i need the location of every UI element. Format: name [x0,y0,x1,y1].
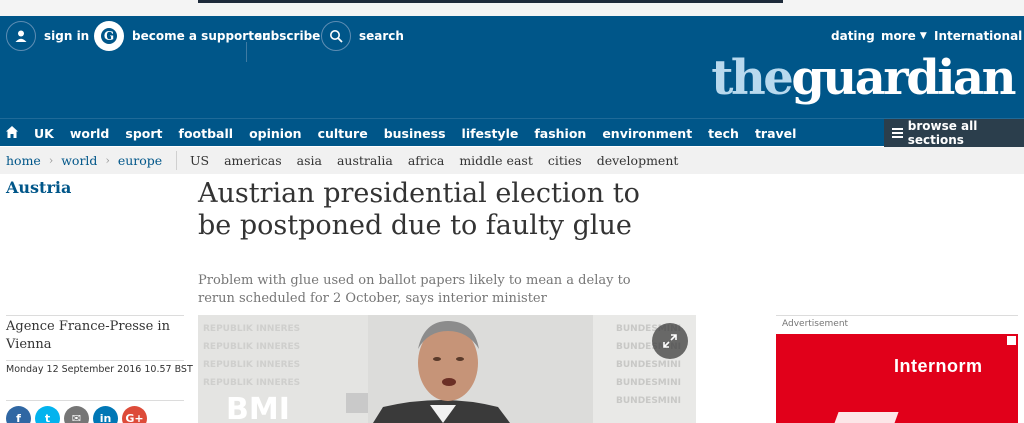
subnav-development[interactable]: development [597,153,679,168]
nav-item-world[interactable]: world [70,126,110,141]
breadcrumb-europe[interactable]: europe [118,153,162,168]
divider [6,360,184,361]
nav-item-opinion[interactable]: opinion [249,126,302,141]
subnav-australia[interactable]: australia [337,153,393,168]
chevron-down-icon: ▼ [919,31,927,41]
browse-all-sections-button[interactable]: browse all sections [884,119,1024,147]
top-ad-strip [0,0,1024,16]
become-supporter-label: become a supporter [132,29,269,43]
subscribe-label: subscribe [255,29,321,43]
nav-item-travel[interactable]: travel [755,126,797,141]
ad-choices-icon[interactable] [1007,336,1016,345]
expand-image-button[interactable] [652,323,688,359]
top-ad-banner[interactable] [198,0,783,3]
section-label[interactable]: Austria [6,178,71,197]
dating-label: dating [831,29,875,43]
home-icon[interactable] [5,125,19,139]
svg-text:BUNDESMINI: BUNDESMINI [616,378,681,388]
twitter-icon[interactable]: t [35,406,60,423]
subscribe-link[interactable]: subscribe [255,21,320,51]
sign-in-link[interactable]: sign in [6,21,89,51]
svg-text:BUNDESMINI: BUNDESMINI [616,360,681,370]
publish-date: Monday 12 September 2016 10.57 BST [6,364,193,375]
nav-item-culture[interactable]: culture [318,126,368,141]
main-nav: UK world sport football opinion culture … [0,118,1024,147]
sub-nav: home › world › europe US americas asia a… [0,147,1024,174]
article-photo[interactable]: BUNDESMINI BUNDESMINI BUNDESMINI BUNDESM… [198,315,696,423]
site-header: sign in G become a supporter subscribe s… [0,16,1024,118]
divider [6,400,184,401]
nav-item-business[interactable]: business [384,126,446,141]
logo-guardian: guardian [791,50,1016,106]
guardian-logo[interactable]: theguardian [711,54,1016,102]
subnav-divider [176,151,177,170]
ad-banner[interactable]: Internorm [776,334,1018,423]
sign-in-label: sign in [44,29,90,43]
logo-the: the [711,50,794,106]
svg-text:BUNDESMINI: BUNDESMINI [616,396,681,406]
nav-item-sport[interactable]: sport [125,126,162,141]
nav-item-tech[interactable]: tech [708,126,739,141]
subnav-middle-east[interactable]: middle east [459,153,533,168]
nav-item-fashion[interactable]: fashion [534,126,586,141]
guardian-g-icon: G [94,21,124,51]
linkedin-icon[interactable]: in [93,406,118,423]
nav-item-uk[interactable]: UK [34,126,54,141]
subnav-links: US americas asia australia africa middle… [190,147,693,174]
more-label: more [881,29,916,43]
edition-picker[interactable]: International ▼ [934,21,1024,51]
byline[interactable]: Agence France-Presse in Vienna [6,318,186,354]
breadcrumb-home[interactable]: home [6,153,41,168]
more-menu[interactable]: more ▼ [881,21,927,51]
advertisement: Advertisement Internorm [776,315,1018,423]
nav-list: UK world sport football opinion culture … [34,119,812,147]
expand-icon [663,334,677,348]
header-divider [246,42,247,62]
search-link[interactable]: search [321,21,404,51]
svg-text:REPUBLIK INNERES: REPUBLIK INNERES [203,378,300,388]
become-supporter-link[interactable]: G become a supporter [94,21,268,51]
nav-item-lifestyle[interactable]: lifestyle [462,126,519,141]
nav-item-environment[interactable]: environment [602,126,692,141]
subnav-africa[interactable]: africa [408,153,445,168]
chevron-right-icon: › [48,154,54,167]
svg-text:REPUBLIK INNERES: REPUBLIK INNERES [203,360,300,370]
subnav-americas[interactable]: americas [224,153,282,168]
svg-text:G: G [104,29,114,43]
breadcrumb-world[interactable]: world [61,153,97,168]
browse-label: browse all sections [907,119,978,147]
article-headline: Austrian presidential election to be pos… [198,178,640,241]
ad-label: Advertisement [782,319,849,329]
googleplus-icon[interactable]: G+ [122,406,147,423]
facebook-icon[interactable]: f [6,406,31,423]
svg-text:REPUBLIK INNERES: REPUBLIK INNERES [203,324,300,334]
subnav-asia[interactable]: asia [297,153,322,168]
subnav-cities[interactable]: cities [548,153,582,168]
share-buttons: f t ✉ in G+ [6,406,151,423]
photo-backdrop-text: BMI [226,392,290,423]
subnav-us[interactable]: US [190,153,209,168]
edition-label: International [934,29,1023,43]
email-icon[interactable]: ✉ [64,406,89,423]
menu-icon [892,126,903,140]
article-standfirst: Problem with glue used on ballot papers … [198,273,631,306]
search-label: search [359,29,404,43]
ad-brand: Internorm [894,356,983,376]
svg-text:REPUBLIK INNERES: REPUBLIK INNERES [203,342,300,352]
dating-link[interactable]: dating [831,21,875,51]
divider [6,315,184,316]
search-icon [321,21,351,51]
chevron-right-icon: › [105,154,110,167]
ad-graphic [833,412,899,423]
photo-image: BUNDESMINI BUNDESMINI BUNDESMINI BUNDESM… [198,315,696,423]
breadcrumb: home › world › europe [6,147,162,174]
user-icon [6,21,36,51]
nav-item-football[interactable]: football [179,126,234,141]
